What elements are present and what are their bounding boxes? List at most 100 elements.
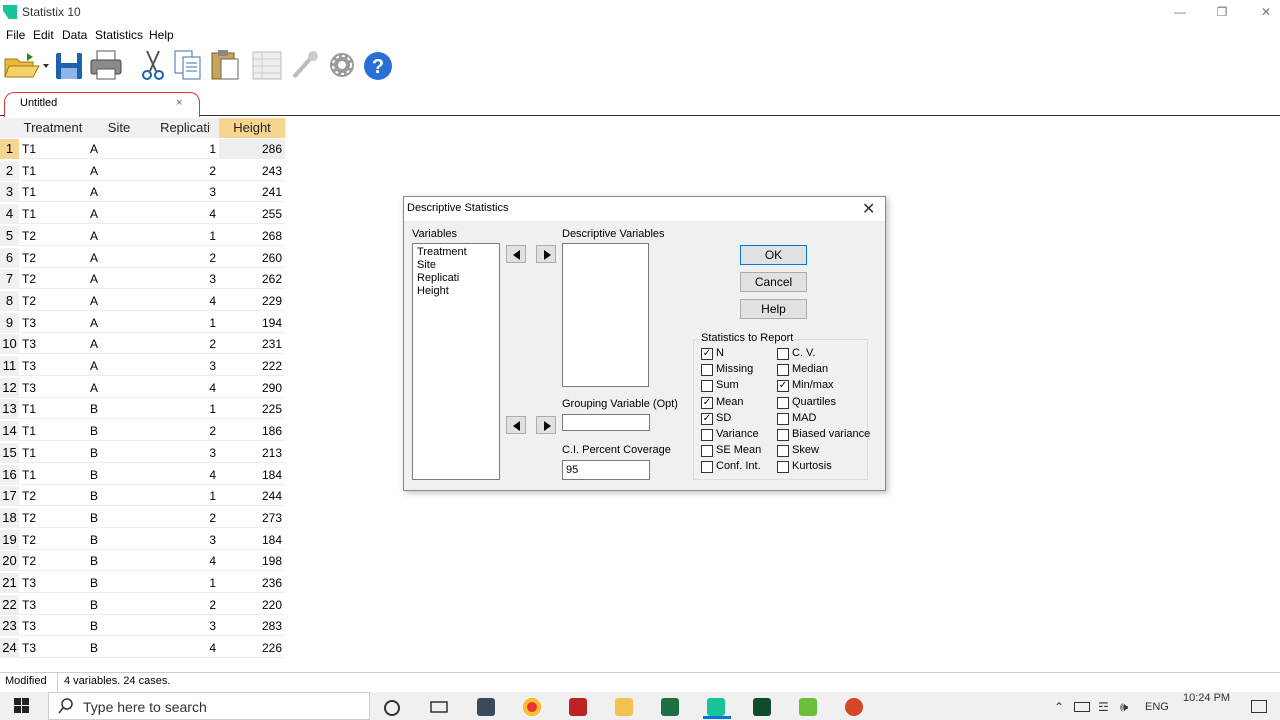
cell-site[interactable]: A [87, 161, 151, 181]
checkbox-conf-int[interactable] [701, 461, 713, 474]
checkbox-quartiles[interactable] [777, 396, 789, 409]
cell-treatment[interactable]: T1 [19, 139, 87, 159]
cut-icon[interactable] [136, 47, 170, 83]
cell-treatment[interactable]: T3 [19, 334, 87, 355]
cell-treatment[interactable]: T3 [19, 356, 87, 376]
cell-treatment[interactable]: T1 [19, 443, 87, 463]
tab-close-icon[interactable]: × [176, 97, 182, 109]
row-number[interactable]: 18 [0, 507, 19, 528]
checkbox-label[interactable]: SD [716, 412, 731, 424]
cell-treatment[interactable]: T1 [19, 465, 87, 485]
cell-site[interactable]: A [87, 204, 151, 225]
remove-variable-button[interactable] [506, 245, 526, 263]
cell-height[interactable]: 286 [219, 139, 285, 159]
cell-site[interactable]: B [87, 616, 151, 637]
cell-replicati[interactable]: 4 [151, 204, 219, 225]
cell-site[interactable]: B [87, 465, 151, 485]
checkbox-sd[interactable]: ✓ [701, 412, 713, 425]
task-view-icon[interactable] [430, 699, 448, 718]
menu-file[interactable]: File [6, 28, 25, 42]
cell-site[interactable]: B [87, 399, 151, 420]
cell-replicati[interactable]: 4 [151, 638, 219, 659]
cell-site[interactable]: B [87, 443, 151, 463]
file-explorer-icon[interactable] [615, 698, 633, 716]
wifi-icon[interactable]: ☲ [1098, 700, 1109, 714]
cell-site[interactable]: B [87, 508, 151, 528]
checkbox-biased-variance[interactable] [777, 429, 789, 441]
cell-treatment[interactable]: T2 [19, 291, 87, 311]
cell-height[interactable]: 194 [219, 313, 285, 333]
add-variable-button[interactable] [536, 245, 556, 263]
checkbox-sum[interactable] [701, 380, 713, 393]
spreadsheet-icon[interactable] [250, 47, 284, 83]
cell-height[interactable]: 262 [219, 269, 285, 290]
cell-treatment[interactable]: T2 [19, 530, 87, 550]
cell-treatment[interactable]: T2 [19, 486, 87, 507]
search-placeholder[interactable]: Type here to search [83, 699, 207, 715]
cell-site[interactable]: A [87, 334, 151, 355]
cell-site[interactable]: B [87, 573, 151, 593]
cell-replicati[interactable]: 1 [151, 139, 219, 159]
cell-site[interactable]: B [87, 595, 151, 615]
cell-height[interactable]: 244 [219, 486, 285, 507]
cell-treatment[interactable]: T3 [19, 573, 87, 593]
open-icon[interactable] [3, 47, 49, 83]
row-number[interactable]: 7 [0, 269, 19, 290]
cell-treatment[interactable]: T2 [19, 248, 87, 268]
cell-height[interactable]: 198 [219, 551, 285, 572]
cell-replicati[interactable]: 3 [151, 269, 219, 290]
cell-height[interactable]: 283 [219, 616, 285, 637]
cell-replicati[interactable]: 3 [151, 356, 219, 376]
cell-site[interactable]: B [87, 421, 151, 442]
cell-replicati[interactable]: 2 [151, 334, 219, 355]
cell-replicati[interactable]: 2 [151, 595, 219, 615]
statistix-app-icon[interactable] [707, 698, 725, 716]
ci-coverage-field[interactable]: 95 [562, 460, 650, 480]
variable-item[interactable]: Height [417, 285, 449, 297]
row-number[interactable]: 9 [0, 312, 19, 333]
variable-item[interactable]: Replicati [417, 272, 459, 284]
checkbox-label[interactable]: C. V. [792, 347, 815, 359]
column-header-site[interactable]: Site [87, 118, 151, 138]
cancel-button[interactable]: Cancel [740, 272, 807, 292]
row-number[interactable]: 4 [0, 204, 19, 225]
dialog-close-icon[interactable]: ✕ [862, 199, 875, 219]
checkbox-label[interactable]: Quartiles [792, 396, 836, 408]
cell-treatment[interactable]: T1 [19, 182, 87, 203]
row-number[interactable]: 14 [0, 421, 19, 442]
ok-button[interactable]: OK [740, 245, 807, 265]
help-button[interactable]: Help [740, 299, 807, 319]
checkbox-label[interactable]: Sum [716, 379, 739, 391]
variable-item[interactable]: Treatment [417, 246, 467, 258]
cell-treatment[interactable]: T2 [19, 551, 87, 572]
cell-height[interactable]: 243 [219, 161, 285, 181]
windows-start-icon[interactable] [14, 698, 30, 717]
battery-icon[interactable] [1074, 702, 1090, 712]
row-number[interactable]: 2 [0, 160, 19, 181]
eyedropper-icon[interactable] [288, 47, 322, 83]
cell-replicati[interactable]: 2 [151, 161, 219, 181]
cell-replicati[interactable]: 3 [151, 530, 219, 550]
cell-treatment[interactable]: T3 [19, 378, 87, 398]
cell-replicati[interactable]: 2 [151, 421, 219, 442]
cell-treatment[interactable]: T1 [19, 204, 87, 225]
cell-replicati[interactable]: 2 [151, 248, 219, 268]
row-number[interactable]: 16 [0, 464, 19, 485]
cell-height[interactable]: 225 [219, 399, 285, 420]
cell-height[interactable]: 184 [219, 465, 285, 485]
cell-height[interactable]: 290 [219, 378, 285, 398]
cell-replicati[interactable]: 1 [151, 486, 219, 507]
checkbox-variance[interactable] [701, 429, 713, 441]
copy-icon[interactable] [171, 47, 205, 83]
cell-site[interactable]: A [87, 182, 151, 203]
row-number[interactable]: 24 [0, 638, 19, 659]
checkbox-label[interactable]: Mean [716, 396, 744, 408]
cell-height[interactable]: 213 [219, 443, 285, 463]
descriptive-variables-listbox[interactable] [562, 243, 649, 387]
row-number[interactable]: 21 [0, 573, 19, 593]
cell-site[interactable]: A [87, 269, 151, 290]
clock-time[interactable]: 10:24 PM [1183, 692, 1230, 704]
add-grouping-button[interactable] [536, 416, 556, 434]
checkbox-mean[interactable]: ✓ [701, 396, 713, 409]
checkbox-c-v[interactable] [777, 348, 789, 360]
